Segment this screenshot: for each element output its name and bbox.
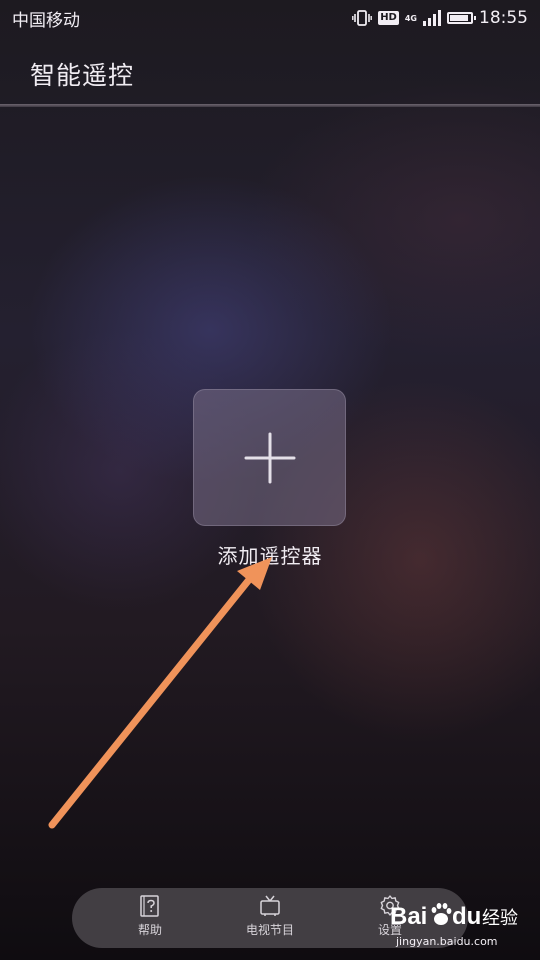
watermark-url: jingyan.baidu.com <box>396 935 498 948</box>
watermark-bai: Bai <box>390 903 427 930</box>
network-type: 4G <box>404 13 417 23</box>
baidu-logo: Bai du 经验 <box>390 903 518 930</box>
watermark-du: du <box>452 903 481 930</box>
battery-icon <box>447 12 476 24</box>
watermark-jingyan: 经验 <box>482 908 518 929</box>
add-remote-label[interactable]: 添加遥控器 <box>170 540 370 569</box>
vibrate-icon <box>352 10 373 26</box>
nav-help[interactable]: 帮助 <box>105 894 195 946</box>
nav-tv-programs[interactable]: 电视节目 <box>225 894 315 946</box>
status-bar: 中国移动 HD 4G 18:55 <box>0 0 540 36</box>
carrier-name: 中国移动 <box>12 10 80 31</box>
baidu-jingyan-watermark: Bai du 经验 jingyan.baidu.com <box>384 895 534 955</box>
nav-help-label: 帮助 <box>137 923 162 937</box>
app-bar: 智能遥控 <box>0 36 540 107</box>
header-divider <box>0 104 540 107</box>
page-title: 智能遥控 <box>30 61 135 90</box>
nav-tv-label: 电视节目 <box>245 923 294 937</box>
add-remote-button[interactable] <box>193 389 346 526</box>
tv-icon <box>260 895 280 916</box>
plus-icon <box>244 432 296 484</box>
help-icon <box>140 895 159 917</box>
signal-icon <box>423 10 441 26</box>
hd-badge: HD <box>378 11 399 25</box>
paw-icon <box>431 903 452 925</box>
status-icons: HD 4G 18:55 <box>352 8 528 28</box>
clock: 18:55 <box>479 8 528 28</box>
